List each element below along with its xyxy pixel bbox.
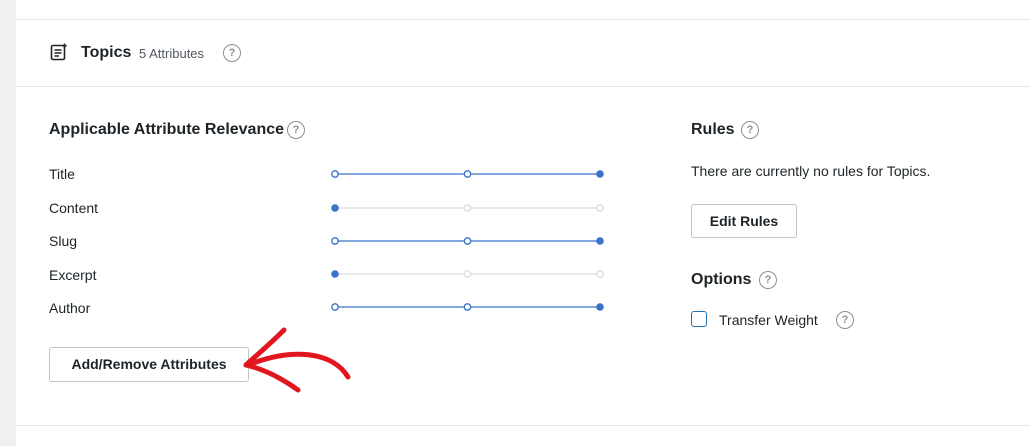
attribute-label-content: Content [49, 200, 99, 216]
attribute-count: 5 Attributes [139, 46, 205, 61]
relevance-slider-content[interactable] [330, 201, 605, 215]
slider-stop[interactable] [463, 170, 472, 178]
help-icon[interactable]: ? [223, 44, 241, 62]
slider-stop[interactable] [596, 204, 604, 212]
topic-settings-panel: Topics 5 Attributes ? Applicable Attribu… [16, 0, 1030, 446]
rules-empty-text: There are currently no rules for Topics. [691, 163, 931, 179]
annotation-arrow-icon [243, 327, 351, 393]
relevance-slider-excerpt[interactable] [330, 267, 605, 281]
attribute-label-excerpt: Excerpt [49, 267, 97, 283]
divider [16, 19, 1030, 20]
attribute-label-slug: Slug [49, 233, 78, 249]
help-icon[interactable]: ? [287, 121, 305, 139]
help-icon[interactable]: ? [759, 271, 777, 289]
relevance-slider-author[interactable] [330, 300, 605, 314]
slider-stop[interactable] [596, 303, 604, 311]
slider-stop[interactable] [596, 237, 604, 245]
slider-stop[interactable] [596, 270, 604, 278]
relevance-slider-slug[interactable] [330, 234, 605, 248]
divider [16, 425, 1030, 426]
attribute-label-title: Title [49, 166, 75, 182]
slider-stop[interactable] [331, 237, 339, 245]
divider [16, 86, 1030, 87]
add-remove-attributes-button[interactable]: Add/Remove Attributes [49, 347, 249, 382]
help-icon[interactable]: ? [741, 121, 759, 139]
slider-stop[interactable] [331, 204, 339, 212]
transfer-weight-label: Transfer Weight [719, 312, 818, 328]
slider-stop[interactable] [331, 270, 339, 278]
slider-stop[interactable] [463, 270, 472, 278]
relevance-slider-title[interactable] [330, 167, 605, 181]
document-list-icon [50, 43, 67, 61]
edit-rules-button[interactable]: Edit Rules [691, 204, 797, 238]
slider-stop[interactable] [331, 303, 339, 311]
transfer-weight-checkbox[interactable] [691, 311, 707, 327]
slider-stop[interactable] [463, 237, 472, 245]
slider-stop[interactable] [463, 204, 472, 212]
slider-stop[interactable] [331, 170, 339, 178]
slider-stop[interactable] [596, 170, 604, 178]
rules-title: Rules [691, 121, 735, 138]
attribute-label-author: Author [49, 300, 91, 316]
help-icon[interactable]: ? [836, 311, 854, 329]
options-title: Options [691, 271, 752, 288]
slider-stop[interactable] [463, 303, 472, 311]
relevance-title: Applicable Attribute Relevance [49, 121, 285, 138]
topic-title: Topics [81, 44, 132, 61]
